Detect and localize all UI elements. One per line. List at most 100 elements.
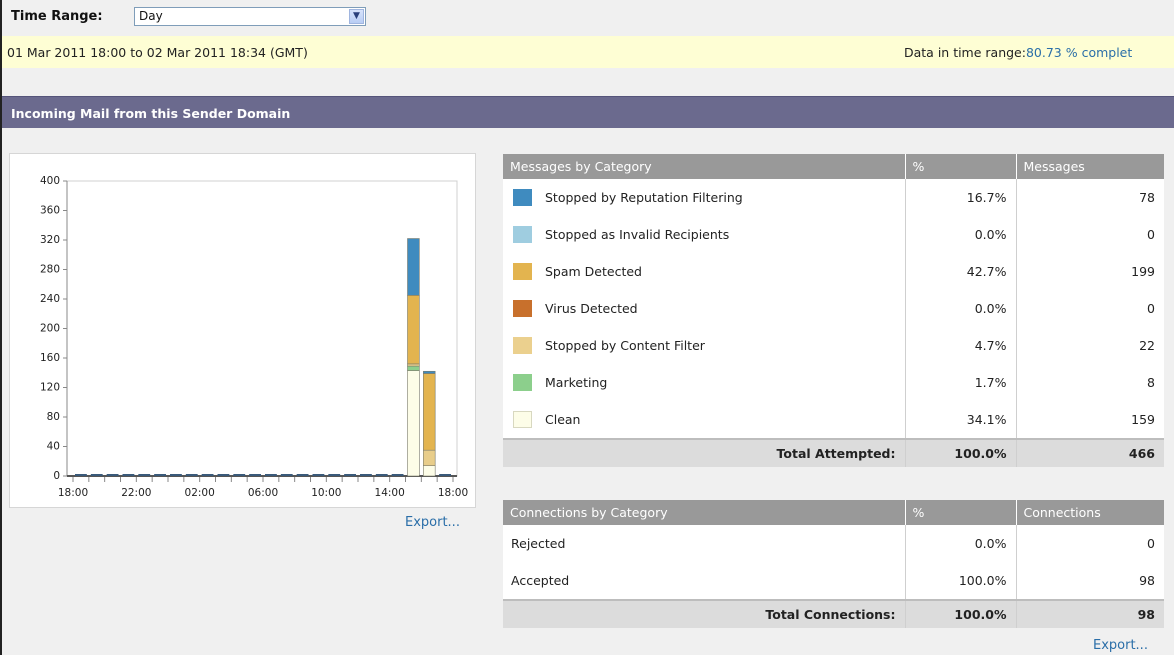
category-label: Spam Detected: [545, 264, 642, 279]
bar-baseline: [296, 474, 309, 476]
connections-header-pct: %: [904, 500, 1016, 525]
table-row: Stopped as Invalid Recipients 0.0% 0: [503, 216, 1164, 253]
plot-area: [66, 180, 458, 477]
messages-header-category: Messages by Category: [503, 154, 905, 179]
bar-segment-marketing: [407, 365, 420, 371]
total-pct: 100.0%: [904, 438, 1016, 467]
bar-baseline: [138, 474, 151, 476]
connections-header-count: Connections: [1015, 500, 1164, 525]
chart-export-link[interactable]: Export...: [405, 515, 460, 530]
y-tick-label: 360: [40, 205, 60, 217]
percent-cell: 34.1%: [904, 401, 1016, 439]
legend-swatch: [513, 411, 532, 428]
time-range-row: Time Range: Day ▼: [2, 0, 1174, 36]
bar-segment-reputation: [407, 238, 420, 296]
table-row: Stopped by Reputation Filtering 16.7% 78: [503, 179, 1164, 216]
table-row: Spam Detected 42.7% 199: [503, 253, 1164, 290]
bar-baseline: [312, 474, 325, 476]
connections-header-category: Connections by Category: [503, 500, 905, 525]
x-tick-label: 18:00: [438, 487, 468, 499]
category-cell: Stopped by Content Filter: [503, 327, 905, 364]
category-label: Accepted: [511, 573, 570, 588]
bar-baseline: [280, 474, 293, 476]
connections-by-category-table: Connections by Category % Connections Re…: [503, 500, 1164, 628]
category-label: Stopped by Content Filter: [545, 338, 705, 353]
bar-segment-content-filter: [423, 449, 436, 466]
y-tick-label: 280: [40, 264, 60, 276]
incoming-mail-chart: 400 360 320 280 240 200 160 120 80 40 0 18:00 22:00 0…: [9, 153, 476, 508]
section-title: Incoming Mail from this Sender Domain: [11, 106, 291, 121]
y-tick-label: 320: [40, 234, 60, 246]
total-count: 466: [1015, 438, 1164, 467]
legend-swatch: [513, 226, 532, 243]
x-tick-label: 18:00: [58, 487, 88, 499]
category-label: Rejected: [511, 536, 566, 551]
table-row: Accepted 100.0% 98: [503, 562, 1164, 600]
total-label: Total Attempted:: [503, 438, 905, 467]
messages-by-category-table: Messages by Category % Messages Stopped …: [503, 154, 1164, 467]
count-cell: 199: [1015, 253, 1164, 290]
messages-header-pct: %: [904, 154, 1016, 179]
total-row: Total Attempted: 100.0% 466: [503, 438, 1164, 467]
x-tick-label: 22:00: [121, 487, 151, 499]
legend-swatch: [513, 300, 532, 317]
chart-svg: 4003603202802402001601208040018:00 22:00 0…: [40, 175, 468, 499]
percent-cell: 16.7%: [904, 179, 1016, 216]
category-cell: Virus Detected: [503, 290, 905, 327]
bar-baseline: [185, 474, 198, 476]
chevron-down-icon[interactable]: ▼: [349, 9, 364, 24]
bar-baseline: [265, 474, 277, 476]
category-label: Stopped by Reputation Filtering: [545, 190, 743, 205]
bar-baseline: [201, 474, 214, 476]
total-row: Total Connections: 100.0% 98: [503, 599, 1164, 628]
count-cell: 0: [1015, 216, 1164, 253]
bar-segment-clean: [407, 370, 420, 477]
bar-baseline: [249, 474, 261, 476]
table-export-link[interactable]: Export...: [1093, 638, 1148, 653]
connections-header-row: Connections by Category % Connections: [503, 500, 1164, 525]
table-row: Marketing 1.7% 8: [503, 364, 1164, 401]
time-range-select[interactable]: Day ▼: [134, 7, 366, 26]
bar-baseline: [360, 474, 372, 476]
bar-segment-reputation: [423, 370, 436, 374]
data-completeness: Data in time range:80.73 % complet: [904, 45, 1132, 60]
count-cell: 78: [1015, 179, 1164, 216]
percent-cell: 42.7%: [904, 253, 1016, 290]
table-row: Rejected 0.0% 0: [503, 525, 1164, 562]
count-cell: 0: [1015, 290, 1164, 327]
data-completeness-link[interactable]: 80.73 % complet: [1026, 45, 1132, 60]
legend-swatch: [513, 374, 532, 391]
y-tick-label: 200: [40, 323, 60, 335]
category-cell: Spam Detected: [503, 253, 905, 290]
y-tick-label: 400: [40, 175, 60, 187]
category-label: Clean: [545, 412, 581, 427]
bar-baseline: [344, 474, 356, 476]
bar-baseline: [391, 474, 404, 476]
data-completeness-label: Data in time range:: [904, 45, 1026, 60]
bar-baseline: [154, 474, 166, 476]
percent-cell: 100.0%: [904, 562, 1016, 600]
date-range-text: 01 Mar 2011 18:00 to 02 Mar 2011 18:34 (…: [7, 45, 308, 60]
bar-baseline: [375, 474, 388, 476]
y-tick-label: 0: [53, 470, 60, 482]
legend-swatch: [513, 337, 532, 354]
time-range-value: Day: [139, 9, 163, 23]
x-tick-label: 02:00: [185, 487, 215, 499]
category-cell: Stopped as Invalid Recipients: [503, 216, 905, 253]
bar-baseline: [233, 474, 246, 476]
y-tick-label: 40: [47, 441, 60, 453]
total-label: Total Connections:: [503, 599, 905, 628]
bar-segment-spam: [423, 373, 436, 451]
percent-cell: 1.7%: [904, 364, 1016, 401]
y-tick-label: 80: [47, 411, 60, 423]
percent-cell: 0.0%: [904, 290, 1016, 327]
messages-header-count: Messages: [1015, 154, 1164, 179]
y-tick-label: 120: [40, 382, 60, 394]
bar-baseline: [439, 474, 451, 476]
total-pct: 100.0%: [904, 599, 1016, 628]
category-label: Stopped as Invalid Recipients: [545, 227, 730, 242]
table-row: Stopped by Content Filter 4.7% 22: [503, 327, 1164, 364]
messages-header-row: Messages by Category % Messages: [503, 154, 1164, 179]
count-cell: 98: [1015, 562, 1164, 600]
table-row: Clean 34.1% 159: [503, 401, 1164, 439]
